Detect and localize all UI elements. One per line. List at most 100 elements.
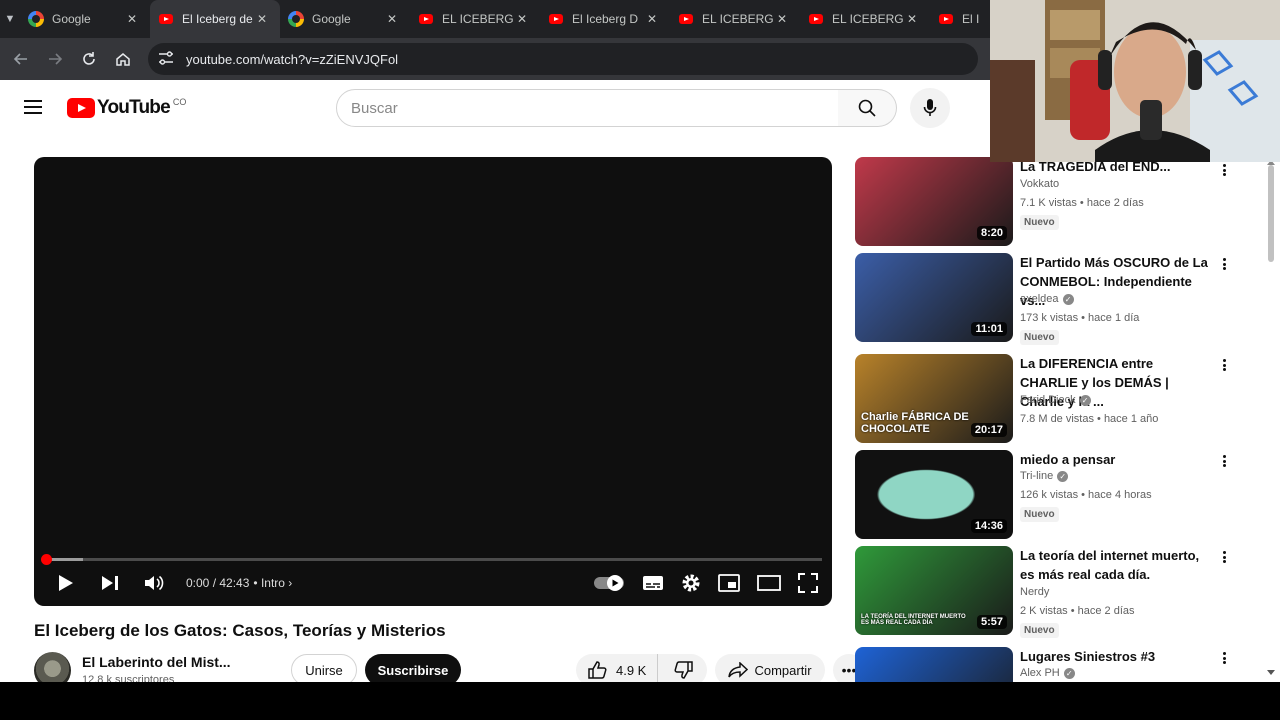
youtube-logo[interactable]: YouTube CO <box>67 97 186 119</box>
recommended-video-title[interactable]: Lugares Siniestros #3 <box>1020 647 1210 666</box>
browser-tab[interactable]: EL ICEBERG ✕ <box>800 0 930 38</box>
subtitles-button[interactable] <box>642 567 664 599</box>
chapter-label: Intro <box>260 576 285 590</box>
chevron-right-icon: › <box>288 576 293 590</box>
chapter-button[interactable]: • Intro › <box>253 576 292 590</box>
close-tab-icon[interactable]: ✕ <box>644 12 660 26</box>
browser-tab[interactable]: El Iceberg de ✕ <box>150 0 280 38</box>
forward-button[interactable] <box>38 42 72 76</box>
autoplay-toggle[interactable] <box>593 567 625 599</box>
close-tab-icon[interactable]: ✕ <box>254 12 270 26</box>
browser-tab[interactable]: EL ICEBERG ✕ <box>670 0 800 38</box>
site-settings-icon[interactable] <box>158 50 180 68</box>
back-button[interactable] <box>4 42 38 76</box>
join-button[interactable]: Unirse <box>291 654 357 682</box>
recommended-channel[interactable]: Nerdy <box>1020 586 1049 598</box>
share-icon <box>728 662 749 678</box>
page-scrollbar[interactable] <box>1266 160 1276 682</box>
tab-title: El Iceberg de <box>182 12 253 26</box>
video-thumbnail[interactable]: LA TEORÍA DEL INTERNET MUERTO ES MÁS REA… <box>855 546 1013 635</box>
tab-search-button[interactable]: ▼ <box>0 0 20 38</box>
close-tab-icon[interactable]: ✕ <box>514 12 530 26</box>
skip-next-icon <box>102 576 118 590</box>
browser-tab[interactable]: Google ✕ <box>20 0 150 38</box>
more-vertical-icon[interactable] <box>1217 649 1231 667</box>
address-bar[interactable]: youtube.com/watch?v=zZiENVJQFol <box>148 43 978 75</box>
youtube-icon <box>678 11 694 27</box>
recommended-channel[interactable]: Farid Dieck ✓ <box>1020 394 1091 406</box>
video-duration: 11:01 <box>971 322 1007 336</box>
tab-title: El I <box>962 12 980 26</box>
channel-name[interactable]: El Laberinto del Mist... <box>82 654 231 670</box>
fullscreen-icon <box>798 573 818 593</box>
google-icon <box>28 11 44 27</box>
browser-tab-strip: ▼ Google ✕ El Iceberg de ✕ Google ✕ EL ICEBERG… <box>0 0 990 38</box>
search-placeholder: Buscar <box>351 99 398 117</box>
new-badge: Nuevo <box>1020 215 1059 230</box>
miniplayer-icon <box>718 574 740 592</box>
search-input[interactable]: Buscar <box>336 89 839 127</box>
browser-tab[interactable]: EL ICEBERG ✕ <box>410 0 540 38</box>
video-thumbnail[interactable]: 14:36 <box>855 450 1013 539</box>
recommended-video-title[interactable]: La teoría del internet muerto, es más re… <box>1020 546 1210 584</box>
tab-title: Google <box>312 12 351 26</box>
gear-icon <box>682 574 700 592</box>
recommended-video[interactable]: LA TEORÍA DEL INTERNET MUERTO ES MÁS REA… <box>855 546 1280 638</box>
share-button[interactable]: Compartir <box>715 654 825 682</box>
search-button[interactable] <box>838 89 897 127</box>
browser-tab[interactable]: El I <box>930 0 990 38</box>
video-thumbnail[interactable]: Charlie FÁBRICA DE CHOCOLATE 20:17 <box>855 354 1013 443</box>
bottom-letterbox <box>0 682 1280 720</box>
more-vertical-icon[interactable] <box>1217 356 1231 374</box>
home-button[interactable] <box>106 42 140 76</box>
recommended-channel[interactable]: Tri-line ✓ <box>1020 470 1069 482</box>
like-button[interactable]: 4.9 K <box>576 654 658 682</box>
scrubber-handle[interactable] <box>41 554 52 565</box>
video-duration: 20:17 <box>970 423 1007 437</box>
settings-button[interactable] <box>681 567 701 599</box>
play-button[interactable] <box>44 567 88 599</box>
more-vertical-icon[interactable] <box>1217 452 1231 470</box>
video-thumbnail[interactable]: 11:01 <box>855 253 1013 342</box>
home-icon <box>116 53 130 66</box>
close-tab-icon[interactable]: ✕ <box>124 12 140 26</box>
recommended-video[interactable]: 14:36 miedo a pensar Tri-line ✓ 126 k vistas… <box>855 450 1280 540</box>
volume-icon <box>145 575 164 591</box>
progress-bar[interactable] <box>41 554 822 565</box>
scroll-down-icon[interactable] <box>1267 670 1275 675</box>
recommended-video[interactable]: Charlie FÁBRICA DE CHOCOLATE 20:17 La DIFE… <box>855 354 1280 444</box>
menu-icon[interactable] <box>24 100 42 114</box>
channel-label: axeldea <box>1020 293 1059 305</box>
country-code: CO <box>172 97 187 107</box>
more-vertical-icon[interactable] <box>1217 255 1231 273</box>
close-tab-icon[interactable]: ✕ <box>384 12 400 26</box>
channel-avatar[interactable] <box>34 652 71 682</box>
mute-button[interactable] <box>132 567 176 599</box>
recommended-channel[interactable]: Alex PH ✓ <box>1020 667 1075 679</box>
close-tab-icon[interactable]: ✕ <box>904 12 920 26</box>
recommended-channel[interactable]: axeldea ✓ <box>1020 293 1074 305</box>
next-button[interactable] <box>88 567 132 599</box>
theater-mode-button[interactable] <box>757 567 781 599</box>
recommended-video-title[interactable]: miedo a pensar <box>1020 450 1210 469</box>
close-tab-icon[interactable]: ✕ <box>774 12 790 26</box>
miniplayer-button[interactable] <box>718 567 740 599</box>
more-vertical-icon[interactable] <box>1217 548 1231 566</box>
recommended-video[interactable]: 8:20 La TRAGEDIA del END... Vokkato 7.1 K v… <box>855 157 1280 247</box>
reload-button[interactable] <box>72 42 106 76</box>
browser-tab[interactable]: Google ✕ <box>280 0 410 38</box>
scrollbar-thumb[interactable] <box>1268 165 1274 262</box>
voice-search-button[interactable] <box>910 88 950 128</box>
webcam-overlay <box>990 0 1280 162</box>
recommended-channel[interactable]: Vokkato <box>1020 178 1059 190</box>
thumbs-down-icon <box>673 661 693 679</box>
video-thumbnail[interactable]: 8:20 <box>855 157 1013 246</box>
browser-tab[interactable]: El Iceberg D ✕ <box>540 0 670 38</box>
youtube-icon <box>158 11 174 27</box>
more-vertical-icon[interactable] <box>1217 161 1231 179</box>
recommended-video[interactable]: 11:01 El Partido Más OSCURO de La CONMEBO… <box>855 253 1280 345</box>
subscribe-button[interactable]: Suscribirse <box>365 654 461 682</box>
fullscreen-button[interactable] <box>798 567 818 599</box>
dislike-button[interactable] <box>658 661 707 679</box>
video-player[interactable]: 0:00 / 42:43 • Intro › <box>34 157 832 606</box>
